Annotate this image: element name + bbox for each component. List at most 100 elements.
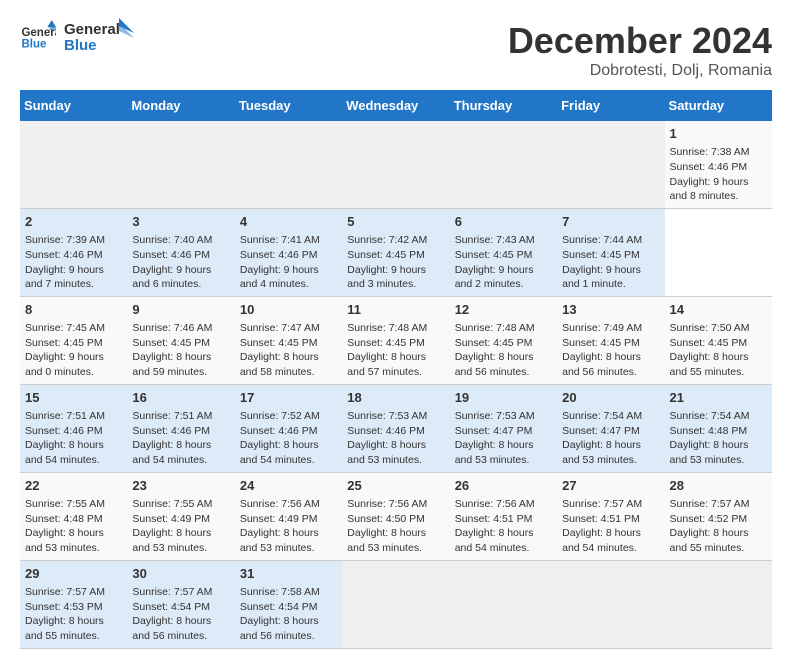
day-header-tuesday: Tuesday [235,90,342,121]
day-number: 27 [562,477,659,495]
day-number: 12 [455,301,552,319]
day-number: 13 [562,301,659,319]
day-header-sunday: Sunday [20,90,127,121]
day-number: 18 [347,389,444,407]
week-row: 1Sunrise: 7:38 AMSunset: 4:46 PMDaylight… [20,121,772,208]
day-number: 7 [562,213,659,231]
day-cell-1: 1Sunrise: 7:38 AMSunset: 4:46 PMDaylight… [665,121,772,208]
day-info: Sunrise: 7:56 AMSunset: 4:50 PMDaylight:… [347,497,444,556]
day-cell-30: 30 Sunrise: 7:57 AMSunset: 4:54 PMDayligh… [127,560,234,648]
day-info: Sunrise: 7:48 AMSunset: 4:45 PMDaylight:… [455,321,552,380]
day-info: Sunrise: 7:41 AMSunset: 4:46 PMDaylight:… [240,233,337,292]
day-info: Sunrise: 7:47 AMSunset: 4:45 PMDaylight:… [240,321,337,380]
day-cell-12: 12 Sunrise: 7:48 AMSunset: 4:45 PMDayligh… [450,296,557,384]
day-cell-24: 24 Sunrise: 7:56 AMSunset: 4:49 PMDayligh… [235,472,342,560]
day-number: 26 [455,477,552,495]
day-info: Sunrise: 7:51 AMSunset: 4:46 PMDaylight:… [25,409,122,468]
day-cell-10: 10 Sunrise: 7:47 AMSunset: 4:45 PMDayligh… [235,296,342,384]
week-row: 15Sunrise: 7:51 AMSunset: 4:46 PMDayligh… [20,384,772,472]
day-number: 2 [25,213,122,231]
location-title: Dobrotesti, Dolj, Romania [508,62,772,80]
day-info: Sunrise: 7:54 AMSunset: 4:47 PMDaylight:… [562,409,659,468]
day-cell-14: 14 Sunrise: 7:50 AMSunset: 4:45 PMDayligh… [665,296,772,384]
day-number: 16 [132,389,229,407]
day-cell-29: 29 Sunrise: 7:57 AMSunset: 4:53 PMDayligh… [20,560,127,648]
day-cell-27: 27 Sunrise: 7:57 AMSunset: 4:51 PMDayligh… [557,472,664,560]
empty-cell [450,121,557,208]
day-number: 11 [347,301,444,319]
day-info: Sunrise: 7:56 AMSunset: 4:51 PMDaylight:… [455,497,552,556]
day-info: Sunrise: 7:39 AMSunset: 4:46 PMDaylight:… [25,233,122,292]
day-info: Sunrise: 7:48 AMSunset: 4:45 PMDaylight:… [347,321,444,380]
header-row: SundayMondayTuesdayWednesdayThursdayFrid… [20,90,772,121]
day-cell-19: 19Sunrise: 7:53 AMSunset: 4:47 PMDayligh… [450,384,557,472]
day-header-monday: Monday [127,90,234,121]
day-cell-26: 26 Sunrise: 7:56 AMSunset: 4:51 PMDayligh… [450,472,557,560]
day-info: Sunrise: 7:50 AMSunset: 4:45 PMDaylight:… [670,321,767,380]
day-info: Sunrise: 7:46 AMSunset: 4:45 PMDaylight:… [132,321,229,380]
day-number: 10 [240,301,337,319]
day-number: 17 [240,389,337,407]
day-info: Sunrise: 7:42 AMSunset: 4:45 PMDaylight:… [347,233,444,292]
day-number: 28 [670,477,767,495]
day-info: Sunrise: 7:53 AMSunset: 4:46 PMDaylight:… [347,409,444,468]
logo-arrow-icon [104,18,134,48]
day-number: 21 [670,389,767,407]
logo: General Blue General Blue [20,20,134,56]
day-number: 25 [347,477,444,495]
day-number: 4 [240,213,337,231]
day-info: Sunrise: 7:44 AMSunset: 4:45 PMDaylight:… [562,233,659,292]
day-info: Sunrise: 7:40 AMSunset: 4:46 PMDaylight:… [132,233,229,292]
day-cell-7: 7 Sunrise: 7:44 AMSunset: 4:45 PMDaylight… [557,208,664,296]
day-cell-8: 8Sunrise: 7:45 AMSunset: 4:45 PMDaylight… [20,296,127,384]
day-header-friday: Friday [557,90,664,121]
day-cell-6: 6Sunrise: 7:43 AMSunset: 4:45 PMDaylight… [450,208,557,296]
day-cell-13: 13 Sunrise: 7:49 AMSunset: 4:45 PMDayligh… [557,296,664,384]
day-info: Sunrise: 7:49 AMSunset: 4:45 PMDaylight:… [562,321,659,380]
day-number: 9 [132,301,229,319]
day-header-thursday: Thursday [450,90,557,121]
title-area: December 2024 Dobrotesti, Dolj, Romania [508,20,772,80]
day-info: Sunrise: 7:57 AMSunset: 4:53 PMDaylight:… [25,585,122,644]
day-cell-20: 20Sunrise: 7:54 AMSunset: 4:47 PMDayligh… [557,384,664,472]
day-number: 14 [670,301,767,319]
day-info: Sunrise: 7:57 AMSunset: 4:52 PMDaylight:… [670,497,767,556]
day-info: Sunrise: 7:38 AMSunset: 4:46 PMDaylight:… [670,145,767,204]
day-cell-21: 21 Sunrise: 7:54 AMSunset: 4:48 PMDayligh… [665,384,772,472]
empty-cell [127,121,234,208]
day-info: Sunrise: 7:57 AMSunset: 4:51 PMDaylight:… [562,497,659,556]
day-info: Sunrise: 7:58 AMSunset: 4:54 PMDaylight:… [240,585,337,644]
week-row: 2 Sunrise: 7:39 AMSunset: 4:46 PMDaylight… [20,208,772,296]
day-header-saturday: Saturday [665,90,772,121]
day-info: Sunrise: 7:57 AMSunset: 4:54 PMDaylight:… [132,585,229,644]
day-cell-16: 16Sunrise: 7:51 AMSunset: 4:46 PMDayligh… [127,384,234,472]
day-cell-18: 18 Sunrise: 7:53 AMSunset: 4:46 PMDayligh… [342,384,449,472]
day-cell-23: 23Sunrise: 7:55 AMSunset: 4:49 PMDayligh… [127,472,234,560]
day-info: Sunrise: 7:53 AMSunset: 4:47 PMDaylight:… [455,409,552,468]
day-info: Sunrise: 7:56 AMSunset: 4:49 PMDaylight:… [240,497,337,556]
day-cell-17: 17 Sunrise: 7:52 AMSunset: 4:46 PMDayligh… [235,384,342,472]
calendar-table: SundayMondayTuesdayWednesdayThursdayFrid… [20,90,772,649]
day-cell-15: 15Sunrise: 7:51 AMSunset: 4:46 PMDayligh… [20,384,127,472]
empty-cell [342,560,449,648]
empty-cell [665,560,772,648]
day-number: 23 [132,477,229,495]
day-info: Sunrise: 7:54 AMSunset: 4:48 PMDaylight:… [670,409,767,468]
day-info: Sunrise: 7:52 AMSunset: 4:46 PMDaylight:… [240,409,337,468]
day-number: 24 [240,477,337,495]
day-number: 5 [347,213,444,231]
day-cell-3: 3 Sunrise: 7:40 AMSunset: 4:46 PMDaylight… [127,208,234,296]
day-number: 29 [25,565,122,583]
day-number: 3 [132,213,229,231]
day-cell-25: 25 Sunrise: 7:56 AMSunset: 4:50 PMDayligh… [342,472,449,560]
day-header-wednesday: Wednesday [342,90,449,121]
day-cell-5: 5 Sunrise: 7:42 AMSunset: 4:45 PMDaylight… [342,208,449,296]
empty-cell [557,121,664,208]
day-number: 6 [455,213,552,231]
week-row: 8Sunrise: 7:45 AMSunset: 4:45 PMDaylight… [20,296,772,384]
day-number: 31 [240,565,337,583]
svg-text:Blue: Blue [21,38,47,50]
day-number: 30 [132,565,229,583]
day-cell-4: 4 Sunrise: 7:41 AMSunset: 4:46 PMDaylight… [235,208,342,296]
empty-cell [557,560,664,648]
